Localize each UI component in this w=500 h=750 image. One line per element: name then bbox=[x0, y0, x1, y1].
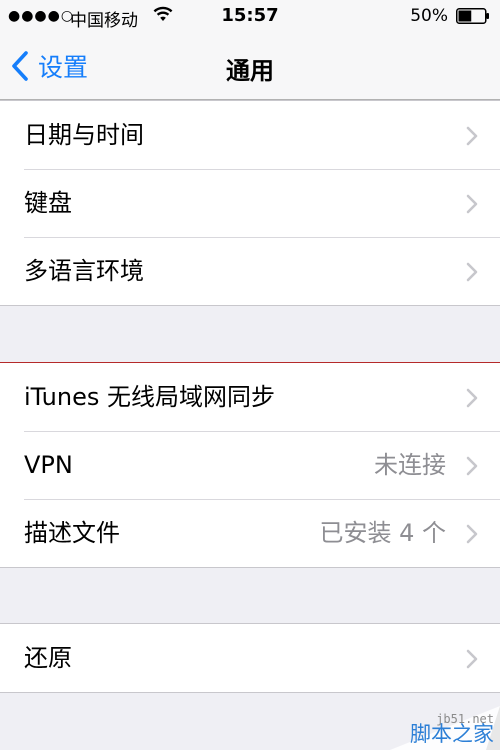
row-label: 描述文件 bbox=[24, 519, 120, 547]
watermark-name: 脚本之家 bbox=[410, 722, 494, 746]
settings-row-itunes-wifi-sync[interactable]: iTunes 无线局域网同步 bbox=[0, 363, 500, 431]
watermark: jb51.net 脚本之家 bbox=[390, 706, 500, 750]
settings-row-keyboard[interactable]: 键盘 bbox=[0, 169, 500, 237]
settings-row-profiles[interactable]: 描述文件 已安装 4 个 bbox=[0, 499, 500, 567]
row-label: iTunes 无线局域网同步 bbox=[24, 383, 276, 411]
chevron-right-icon bbox=[466, 126, 478, 146]
chevron-right-icon bbox=[466, 262, 478, 282]
navigation-bar: 设置 通用 bbox=[0, 34, 500, 100]
row-label: VPN bbox=[24, 451, 73, 479]
chevron-right-icon bbox=[466, 456, 478, 476]
row-label: 键盘 bbox=[24, 189, 72, 217]
row-label: 多语言环境 bbox=[24, 257, 144, 285]
settings-row-international[interactable]: 多语言环境 bbox=[0, 237, 500, 305]
chevron-right-icon bbox=[466, 649, 478, 669]
row-label: 日期与时间 bbox=[24, 121, 144, 149]
row-value: 未连接 bbox=[374, 451, 446, 479]
chevron-right-icon bbox=[466, 388, 478, 408]
status-bar: ●●●●○ 中国移动 15:57 50% bbox=[0, 0, 500, 34]
row-label: 还原 bbox=[24, 644, 72, 672]
settings-row-reset[interactable]: 还原 bbox=[0, 624, 500, 692]
settings-group-locale: 日期与时间 键盘 多语言环境 bbox=[0, 100, 500, 306]
battery-icon bbox=[456, 8, 489, 24]
chevron-right-icon bbox=[466, 524, 478, 544]
settings-row-date-time[interactable]: 日期与时间 bbox=[0, 101, 500, 169]
settings-group-reset: 还原 bbox=[0, 623, 500, 693]
settings-row-vpn[interactable]: VPN 未连接 bbox=[0, 431, 500, 499]
page-title: 通用 bbox=[226, 57, 274, 85]
chevron-right-icon bbox=[466, 194, 478, 214]
row-value: 已安装 4 个 bbox=[319, 519, 446, 547]
battery-percent: 50% bbox=[410, 6, 448, 26]
settings-group-network: iTunes 无线局域网同步 VPN 未连接 描述文件 已安装 4 个 bbox=[0, 362, 500, 568]
